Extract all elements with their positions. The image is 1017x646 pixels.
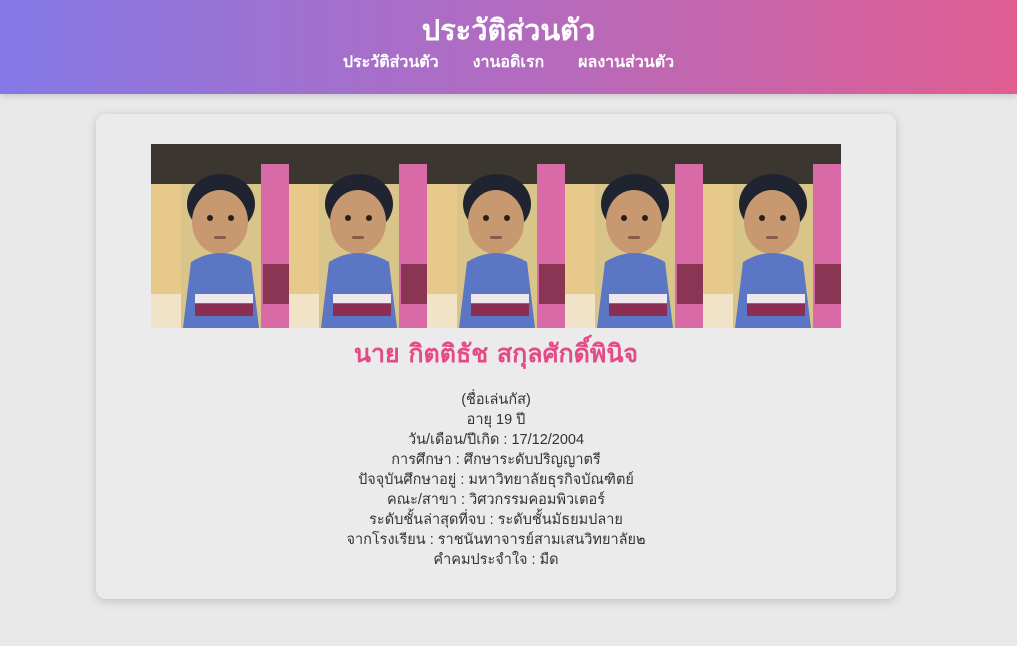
profile-details: (ชื่อเล่นกัส) อายุ 19 ปี วัน/เดือน/ปีเกิ…	[96, 390, 896, 570]
detail-school: จากโรงเรียน : ราชนันทาจารย์สามเสนวิทยาลั…	[346, 532, 646, 548]
profile-photo	[565, 144, 703, 328]
site-title: ประวัติส่วนตัว	[421, 13, 596, 47]
nav-link-works[interactable]: ผลงานส่วนตัว	[578, 50, 674, 74]
profile-card: นาย กิตติธัช สกุลศักดิ์พินิจ (ชื่อเล่นกั…	[96, 114, 896, 599]
nav-link-hobbies[interactable]: งานอดิเรก	[473, 50, 544, 74]
photo-strip	[151, 144, 841, 328]
detail-education: การศึกษา : ศึกษาระดับปริญญาตรี	[391, 452, 601, 468]
profile-name: นาย กิตติธัช สกุลศักดิ์พินิจ	[353, 339, 639, 368]
detail-last-level: ระดับชั้นล่าสุดที่จบ : ระดับชั้นมัธยมปลา…	[369, 512, 623, 528]
main-nav: ประวัติส่วนตัว งานอดิเรก ผลงานส่วนตัว	[0, 50, 1017, 74]
detail-university: ปัจจุบันศึกษาอยู่ : มหาวิทยาลัยธุรกิจบัณ…	[358, 472, 634, 488]
detail-motto: คำคมประจำใจ : มืด	[433, 552, 559, 568]
profile-photo	[289, 144, 427, 328]
detail-birthdate: วัน/เดือน/ปีเกิด : 17/12/2004	[407, 432, 585, 448]
nav-link-profile[interactable]: ประวัติส่วนตัว	[343, 50, 439, 74]
profile-photo	[703, 144, 841, 328]
detail-age: อายุ 19 ปี	[466, 412, 526, 428]
detail-faculty: คณะ/สาขา : วิศวกรรมคอมพิวเตอร์	[386, 492, 606, 508]
profile-photo	[427, 144, 565, 328]
header: ประวัติส่วนตัว ประวัติส่วนตัว งานอดิเรก …	[0, 0, 1017, 94]
profile-photo	[151, 144, 289, 328]
detail-nickname: (ชื่อเล่นกัส)	[461, 392, 531, 408]
